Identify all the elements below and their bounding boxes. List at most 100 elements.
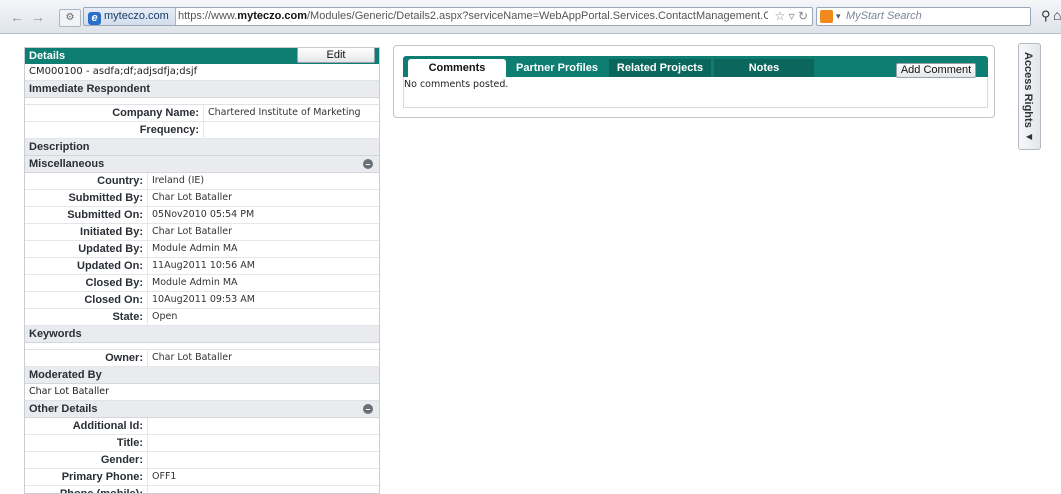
field-label: Phone (mobile): <box>25 486 148 493</box>
field-row-country: Country: Ireland (IE) <box>25 173 379 190</box>
section-spacer <box>25 98 379 105</box>
search-input[interactable]: MyStart Search <box>846 8 922 25</box>
caret-left-icon: ◀ <box>1026 132 1033 141</box>
details-header: Details Edit <box>25 48 379 64</box>
field-value: Char Lot Bataller <box>152 192 232 203</box>
url-prefix: https://www. <box>178 10 238 22</box>
field-label: Submitted On: <box>25 207 148 223</box>
field-value: 11Aug2011 10:56 AM <box>152 260 255 271</box>
field-value: Char Lot Bataller <box>152 226 232 237</box>
field-row-closed-on: Closed On: 10Aug2011 09:53 AM <box>25 292 379 309</box>
add-comment-button[interactable]: Add Comment <box>896 63 976 78</box>
collapse-icon[interactable]: – <box>363 404 373 414</box>
field-row-gender: Gender: <box>25 452 379 469</box>
field-label: Submitted By: <box>25 190 148 206</box>
search-engine-icon[interactable] <box>820 10 833 23</box>
section-title: Other Details <box>29 403 98 415</box>
comments-panel: Comments Partner Profiles Related Projec… <box>393 45 995 118</box>
field-row-updated-by: Updated By: Module Admin MA <box>25 241 379 258</box>
address-bar[interactable]: e myteczo.com https://www.myteczo.com/Mod… <box>83 7 813 26</box>
field-row-phone-mobile: Phone (mobile): <box>25 486 379 493</box>
search-icon[interactable]: ⚲ <box>1041 8 1051 24</box>
url-text[interactable]: https://www.myteczo.com/Modules/Generic/… <box>178 8 768 25</box>
field-value: Ireland (IE) <box>152 175 205 186</box>
empty-message: No comments posted. <box>404 79 509 90</box>
url-bar-icons: ☆ ▿ ↻ <box>774 8 808 25</box>
site-identity-label: myteczo.com <box>104 10 169 22</box>
field-label: Country: <box>25 173 148 189</box>
tab-comments[interactable]: Comments <box>408 59 506 77</box>
field-label: Additional Id: <box>25 418 148 434</box>
field-row-frequency: Frequency: <box>25 122 379 139</box>
field-value: 05Nov2010 05:54 PM <box>152 209 255 220</box>
field-row-primary-phone: Primary Phone: OFF1 <box>25 469 379 486</box>
tab-notes[interactable]: Notes <box>714 59 814 77</box>
field-label: Owner: <box>25 350 148 366</box>
field-label: Closed On: <box>25 292 148 308</box>
details-panel: Details Edit CM000100 - asdfa;df;adjsdfj… <box>24 47 380 494</box>
field-value <box>204 122 208 138</box>
home-icon[interactable]: ⌂ <box>1053 7 1061 23</box>
comments-content: No comments posted. <box>403 77 988 108</box>
field-row-company-name: Company Name: Chartered Institute of Mar… <box>25 105 379 122</box>
moderated-by-value: Char Lot Bataller <box>25 384 379 401</box>
access-rights-tab[interactable]: Access Rights ◀ <box>1018 43 1041 150</box>
field-value <box>148 486 152 493</box>
dropdown-arrow-icon[interactable]: ▿ <box>789 9 795 23</box>
section-other-details: Other Details – <box>25 401 379 418</box>
collapse-icon[interactable]: – <box>363 159 373 169</box>
access-rights-label: Access Rights <box>1022 52 1034 128</box>
forward-arrow-icon[interactable]: → <box>29 9 47 25</box>
section-description: Description <box>25 139 379 156</box>
section-keywords: Keywords <box>25 326 379 343</box>
url-rest: /Modules/Generic/Details2.aspx?serviceNa… <box>307 10 768 22</box>
field-row-owner: Owner: Char Lot Bataller <box>25 350 379 367</box>
field-value: 10Aug2011 09:53 AM <box>152 294 255 305</box>
details-title: Details <box>29 50 66 62</box>
bookmark-star-icon[interactable]: ☆ <box>774 9 785 23</box>
field-row-title: Title: <box>25 435 379 452</box>
field-value <box>148 418 152 434</box>
field-label: Title: <box>25 435 148 451</box>
edit-button[interactable]: Edit <box>297 48 375 63</box>
field-label: Primary Phone: <box>25 469 148 485</box>
field-label: Closed By: <box>25 275 148 291</box>
field-row-state: State: Open <box>25 309 379 326</box>
field-label: Initiated By: <box>25 224 148 240</box>
field-label: Gender: <box>25 452 148 468</box>
field-value: Module Admin MA <box>152 277 238 288</box>
section-spacer <box>25 343 379 350</box>
field-row-closed-by: Closed By: Module Admin MA <box>25 275 379 292</box>
reload-icon[interactable]: ↻ <box>798 9 808 23</box>
browser-toolbar: ← → ⚙ e myteczo.com https://www.myteczo.c… <box>0 0 1061 34</box>
tab-bar: Comments Partner Profiles Related Projec… <box>403 56 988 78</box>
back-arrow-icon[interactable]: ← <box>8 9 26 25</box>
site-info-icon[interactable]: ⚙ <box>59 9 81 27</box>
field-value: Chartered Institute of Marketing <box>208 107 361 118</box>
record-title: CM000100 - asdfa;df;adjsdfja;dsjf <box>25 64 379 81</box>
field-label: Updated On: <box>25 258 148 274</box>
section-title: Miscellaneous <box>29 158 105 170</box>
field-row-initiated-by: Initiated By: Char Lot Bataller <box>25 224 379 241</box>
search-engine-caret-icon[interactable]: ▾ <box>836 9 841 24</box>
url-domain: myteczo.com <box>237 10 307 22</box>
field-value: Module Admin MA <box>152 243 238 254</box>
section-moderated-by: Moderated By <box>25 367 379 384</box>
tab-partner-profiles[interactable]: Partner Profiles <box>508 59 606 77</box>
section-immediate-respondent: Immediate Respondent <box>25 81 379 98</box>
field-row-additional-id: Additional Id: <box>25 418 379 435</box>
site-identity-button[interactable]: e myteczo.com <box>84 8 176 25</box>
field-row-submitted-on: Submitted On: 05Nov2010 05:54 PM <box>25 207 379 224</box>
search-bar[interactable]: ▾ MyStart Search <box>816 7 1031 26</box>
field-value: OFF1 <box>152 471 177 482</box>
field-label: Frequency: <box>25 122 204 138</box>
tab-related-projects[interactable]: Related Projects <box>609 59 711 77</box>
field-row-submitted-by: Submitted By: Char Lot Bataller <box>25 190 379 207</box>
field-row-updated-on: Updated On: 11Aug2011 10:56 AM <box>25 258 379 275</box>
section-miscellaneous: Miscellaneous – <box>25 156 379 173</box>
field-label: Company Name: <box>25 105 204 121</box>
field-value <box>148 452 152 468</box>
field-value <box>148 435 152 451</box>
field-label: State: <box>25 309 148 325</box>
field-value: Char Lot Bataller <box>152 352 232 363</box>
